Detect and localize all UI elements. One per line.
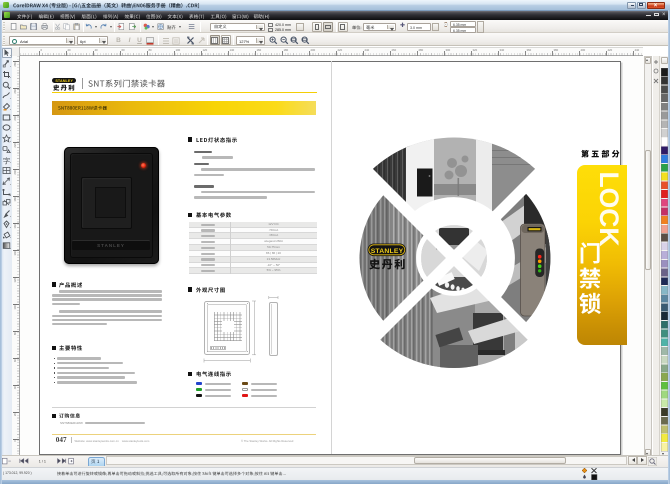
svg-text:1 / 1: 1 / 1 <box>39 460 46 464</box>
